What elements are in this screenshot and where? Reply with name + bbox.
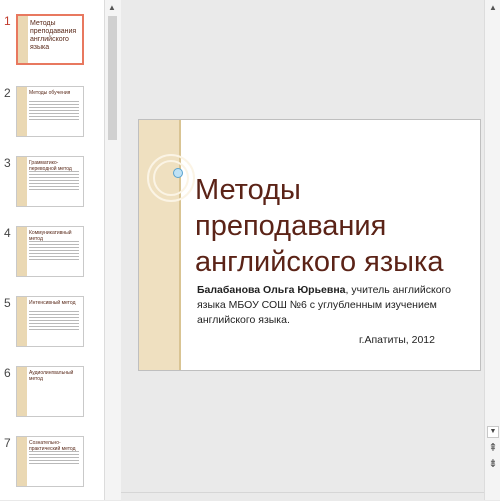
scroll-down-icon[interactable]: ▼ <box>487 426 499 438</box>
slide-thumbnail-5[interactable]: 5 Интенсивный метод <box>0 296 104 356</box>
slide-number: 6 <box>4 366 11 380</box>
scroll-up-icon[interactable]: ▲ <box>487 3 499 12</box>
slide-editor: Методы преподавания английского языка Ба… <box>121 0 484 500</box>
slide-thumbnail-4[interactable]: 4 Коммуникативный метод <box>0 226 104 286</box>
thumb-title: Интенсивный метод <box>29 300 76 306</box>
thumb-title: Аудиолингвальный метод <box>29 370 74 382</box>
slide-number: 3 <box>4 156 11 170</box>
slide-thumbnail-6[interactable]: 6 Аудиолингвальный метод <box>0 366 104 426</box>
decorative-ring <box>153 160 189 196</box>
slide-subtitle[interactable]: Балабанова Ольга Юрьевна, учитель англий… <box>197 283 475 328</box>
thumb-title: Методы преподавания английского языка <box>30 20 77 51</box>
scroll-up-icon[interactable]: ▲ <box>108 3 116 12</box>
slide-number: 4 <box>4 226 11 240</box>
slide-number: 1 <box>4 14 11 28</box>
slide-preview: Методы обучения <box>16 86 84 137</box>
slide-number: 2 <box>4 86 11 100</box>
scrollbar-thumb[interactable] <box>108 16 117 140</box>
previous-slide-icon[interactable]: ⇞ <box>487 443 499 454</box>
slide-title[interactable]: Методы преподавания английского языка <box>195 172 475 280</box>
editor-scrollbar[interactable]: ▲ ▼ ⇞ ⇟ <box>484 0 500 500</box>
slide-preview: Аудиолингвальный метод <box>16 366 84 417</box>
slide-thumbnail-7[interactable]: 7 Сознательно-практический метод <box>0 436 104 496</box>
slide-preview: Методы преподавания английского языка <box>16 14 84 65</box>
slide-thumbnail-pane: 1 Методы преподавания английского языка … <box>0 0 104 500</box>
slide-preview: Сознательно-практический метод <box>16 436 84 487</box>
slide-thumbnail-1[interactable]: 1 Методы преподавания английского языка <box>0 14 104 74</box>
thumb-title: Методы обучения <box>29 90 71 96</box>
slide-canvas[interactable]: Методы преподавания английского языка Ба… <box>138 119 481 371</box>
slide-thumbnail-3[interactable]: 3 Грамматико-переводной метод <box>0 156 104 216</box>
slide-preview: Коммуникативный метод <box>16 226 84 277</box>
slide-number: 5 <box>4 296 11 310</box>
slide-thumbnail-2[interactable]: 2 Методы обучения <box>0 86 104 146</box>
slide-number: 7 <box>4 436 11 450</box>
next-slide-icon[interactable]: ⇟ <box>487 459 499 470</box>
slide-place-date[interactable]: г.Апатиты, 2012 <box>197 334 435 346</box>
thumbnail-scrollbar[interactable]: ▲ <box>104 0 121 500</box>
author-name: Балабанова Ольга Юрьевна <box>197 284 346 296</box>
decorative-dot <box>173 168 183 178</box>
slide-preview: Интенсивный метод <box>16 296 84 347</box>
slide-preview: Грамматико-переводной метод <box>16 156 84 207</box>
